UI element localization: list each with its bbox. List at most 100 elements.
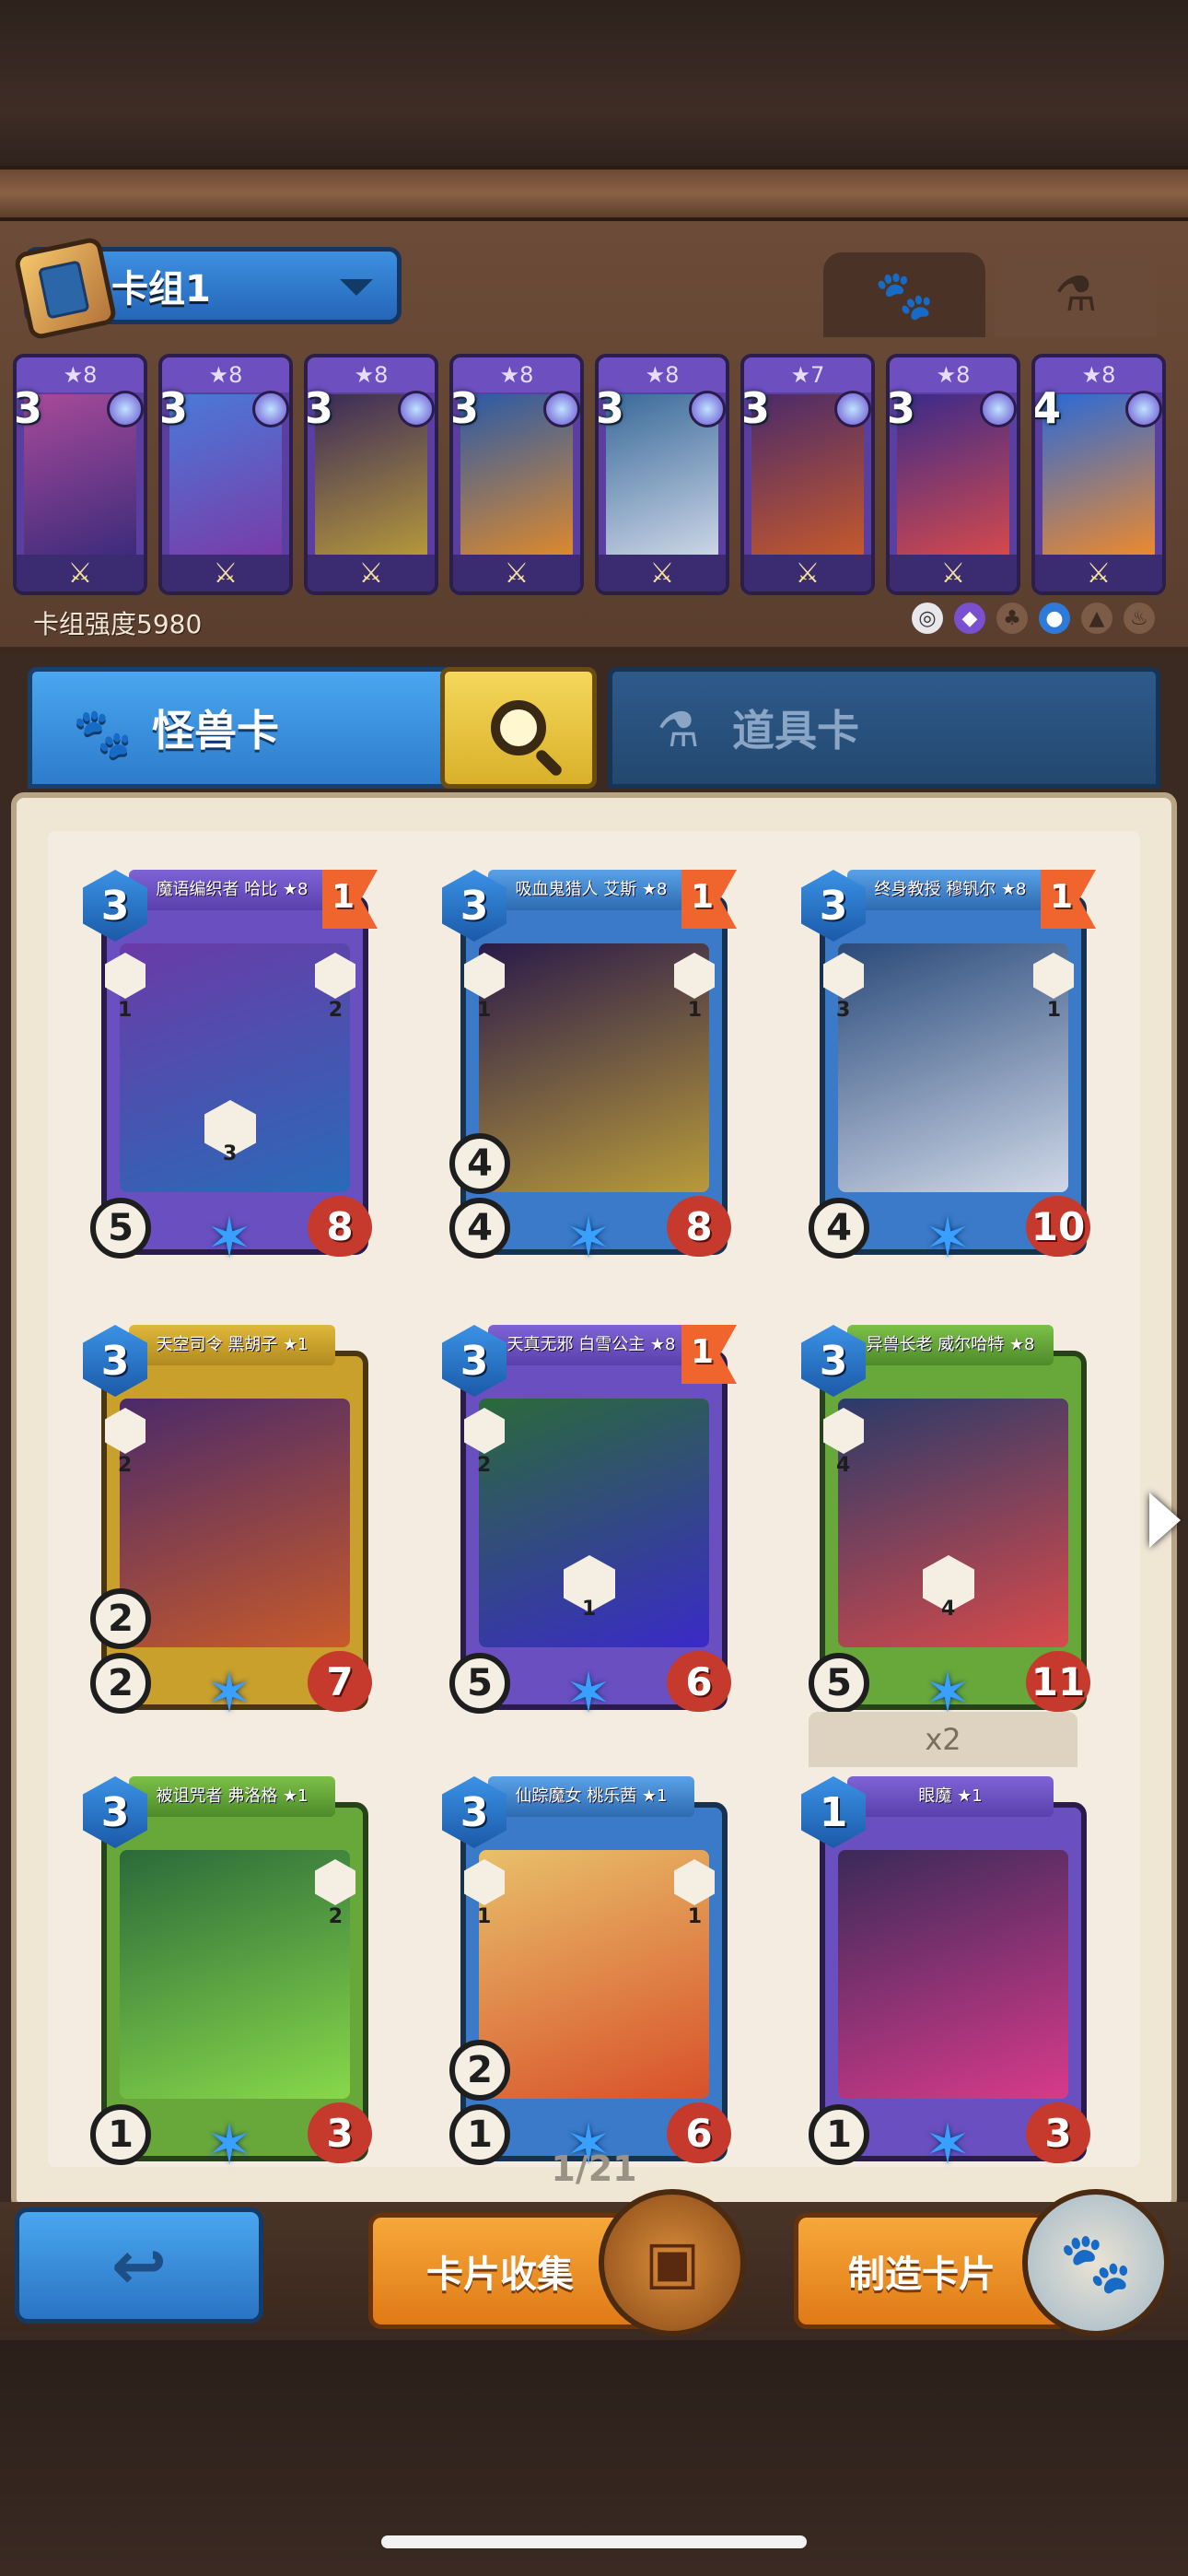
paw-icon: 🐾: [73, 706, 133, 761]
staff-icon: ⚔: [453, 555, 580, 591]
deck-card[interactable]: ★7 3 ⚔: [740, 354, 875, 595]
deck-card-cost: 3: [304, 383, 334, 433]
collection-card[interactable]: 吸血鬼猎人 艾斯 ★8 3 1 1 1 4 4 8 ✶: [442, 870, 737, 1266]
card-art: [120, 1399, 350, 1647]
craft-card-label: 制造卡片: [848, 2254, 996, 2296]
tab-item-cards[interactable]: ⚗ 道具卡: [608, 667, 1160, 789]
deck-card-cost: 3: [886, 383, 916, 433]
tab-monster-deck[interactable]: 🐾: [823, 252, 985, 337]
card-title: 终身教授 穆钒尔 ★8: [847, 870, 1054, 910]
card-title: 异兽长老 威尔哈特 ★8: [847, 1325, 1054, 1365]
card-health: 8: [667, 1196, 731, 1257]
next-page-arrow[interactable]: [1149, 1493, 1181, 1548]
duplicate-badge: x2: [809, 1712, 1077, 1767]
card-art: [838, 1850, 1068, 2099]
skill-left-value: 2: [477, 1454, 492, 1477]
chevron-down-icon[interactable]: [340, 279, 373, 296]
skill-right-value: 1: [1046, 999, 1061, 1022]
tab-item-label: 道具卡: [732, 706, 859, 755]
page-indicator: 1/21: [551, 2149, 637, 2189]
deck-book-icon: [13, 236, 118, 341]
card-attack: 5: [809, 1653, 869, 1714]
collection-card[interactable]: 天空司令 黑胡子 ★1 3 2 2 2 7 ✶: [83, 1325, 378, 1721]
deck-card-cost: 3: [13, 383, 43, 433]
home-indicator[interactable]: [381, 2535, 807, 2548]
collection-card[interactable]: 眼魔 ★1 1 1 3 ✶: [801, 1776, 1096, 2172]
collection-grid: 魔语编织者 哈比 ★8 3 1 1 2 3 5 8 ✶ 吸血鬼猎人 艾斯 ★8 3 1 1 1 4 4 8 ✶ 终身…: [48, 831, 1140, 2172]
collection-card[interactable]: 被诅咒者 弗洛格 ★1 3 2 1 3 ✶: [83, 1776, 378, 2172]
card-title: 被诅咒者 弗洛格 ★1: [129, 1776, 335, 1817]
skill-right-value: 1: [687, 1905, 702, 1928]
back-arrow-icon: ↩: [111, 2227, 168, 2304]
level-flag: 1: [322, 870, 378, 929]
skill-left-value: 1: [118, 999, 133, 1022]
element-gem-icon: [398, 391, 435, 427]
neutral-icon[interactable]: ◎: [912, 603, 943, 634]
tab-item-deck[interactable]: ⚗: [995, 252, 1157, 337]
card-attack: 4: [449, 1198, 510, 1259]
water-icon[interactable]: ●: [1039, 603, 1070, 634]
level-flag: 1: [681, 1325, 737, 1384]
deck-selector[interactable]: 卡组1: [13, 236, 402, 341]
tab-monster-cards[interactable]: 🐾 怪兽卡: [28, 667, 460, 789]
deck-card-row: ★8 3 ⚔ ★8 3 ⚔ ★8 3 ⚔ ★8 3 ⚔ ★8 3 ⚔ ★7 3 ⚔ ★8 3 ⚔ ★8 4 ⚔: [13, 354, 1175, 595]
card-attack: 5: [449, 1653, 510, 1714]
element-gem-icon: [834, 391, 871, 427]
card-ability-value: 2: [449, 2040, 510, 2101]
card-title: 眼魔 ★1: [847, 1776, 1054, 1817]
level-flag: 1: [1041, 870, 1096, 929]
card-attack: 4: [809, 1198, 869, 1259]
collection-card[interactable]: 魔语编织者 哈比 ★8 3 1 1 2 3 5 8 ✶: [83, 870, 378, 1266]
deck-card[interactable]: ★8 3 ⚔: [595, 354, 729, 595]
deck-card[interactable]: ★8 3 ⚔: [13, 354, 147, 595]
card-title: 魔语编织者 哈比 ★8: [129, 870, 335, 910]
deck-element-filters: ◎ ◆ ♣ ● ▲ ♨: [912, 603, 1155, 634]
card-collection-icon[interactable]: ▣: [599, 2189, 746, 2336]
card-title: 天真无邪 白雪公主 ★8: [488, 1325, 694, 1365]
deck-card[interactable]: ★8 3 ⚔: [449, 354, 584, 595]
deck-card-cost: 3: [449, 383, 480, 433]
paw-icon: 🐾: [874, 267, 935, 323]
card-health: 6: [667, 1651, 731, 1712]
nature-icon[interactable]: ♣: [996, 603, 1028, 634]
collection-card[interactable]: 异兽长老 威尔哈特 ★8 3 4 4 5 11 ✶: [801, 1325, 1096, 1721]
fire-icon[interactable]: ♨: [1124, 603, 1155, 634]
skill-center-value: 4: [941, 1598, 956, 1621]
dice-staff-icon: ⚔: [744, 555, 871, 591]
element-gem-icon: [980, 391, 1017, 427]
craft-potion-icon[interactable]: 🐾: [1022, 2189, 1170, 2336]
dice-icon: ⚔: [890, 555, 1017, 591]
arcane-icon[interactable]: ◆: [954, 603, 985, 634]
deck-card[interactable]: ★8 3 ⚔: [886, 354, 1020, 595]
deck-card-cost: 3: [740, 383, 771, 433]
collection-card[interactable]: 天真无邪 白雪公主 ★8 3 1 2 1 5 6 ✶: [442, 1325, 737, 1721]
card-health: 11: [1026, 1651, 1090, 1712]
level-flag: 1: [681, 870, 737, 929]
sword-icon: ⚔: [1035, 555, 1162, 591]
sword-staff-icon: ⚔: [308, 555, 435, 591]
rarity-star-icon: ✶: [205, 1206, 253, 1270]
card-health: 10: [1026, 1196, 1090, 1257]
search-button[interactable]: [440, 667, 597, 789]
element-gem-icon: [543, 391, 580, 427]
staff-icon: ⚔: [599, 555, 726, 591]
rarity-star-icon: ✶: [565, 1206, 612, 1270]
search-icon: [491, 700, 546, 755]
back-button[interactable]: ↩: [15, 2207, 263, 2324]
deck-card[interactable]: ★8 3 ⚔: [304, 354, 438, 595]
collection-board: 魔语编织者 哈比 ★8 3 1 1 2 3 5 8 ✶ 吸血鬼猎人 艾斯 ★8 3 1 1 1 4 4 8 ✶ 终身…: [11, 792, 1177, 2211]
deck-card-cost: 3: [595, 383, 625, 433]
collection-card[interactable]: 终身教授 穆钒尔 ★8 3 1 3 1 4 10 ✶: [801, 870, 1096, 1266]
card-title: 吸血鬼猎人 艾斯 ★8: [488, 870, 694, 910]
card-health: 8: [308, 1196, 372, 1257]
skill-left-value: 3: [836, 999, 851, 1022]
skill-left-value: 4: [836, 1454, 851, 1477]
category-bar: 🐾 怪兽卡 ⚗ 道具卡: [18, 667, 1170, 796]
collection-card[interactable]: 仙踪魔女 桃乐茜 ★1 3 1 1 2 1 6 ✶: [442, 1776, 737, 2172]
skill-center-value: 3: [223, 1142, 238, 1165]
staff-icon: ⚔: [162, 555, 289, 591]
sword-icon: ⚔: [17, 555, 144, 591]
deck-card[interactable]: ★8 3 ⚔: [158, 354, 293, 595]
beast-icon[interactable]: ▲: [1081, 603, 1112, 634]
deck-card[interactable]: ★8 4 ⚔: [1031, 354, 1166, 595]
